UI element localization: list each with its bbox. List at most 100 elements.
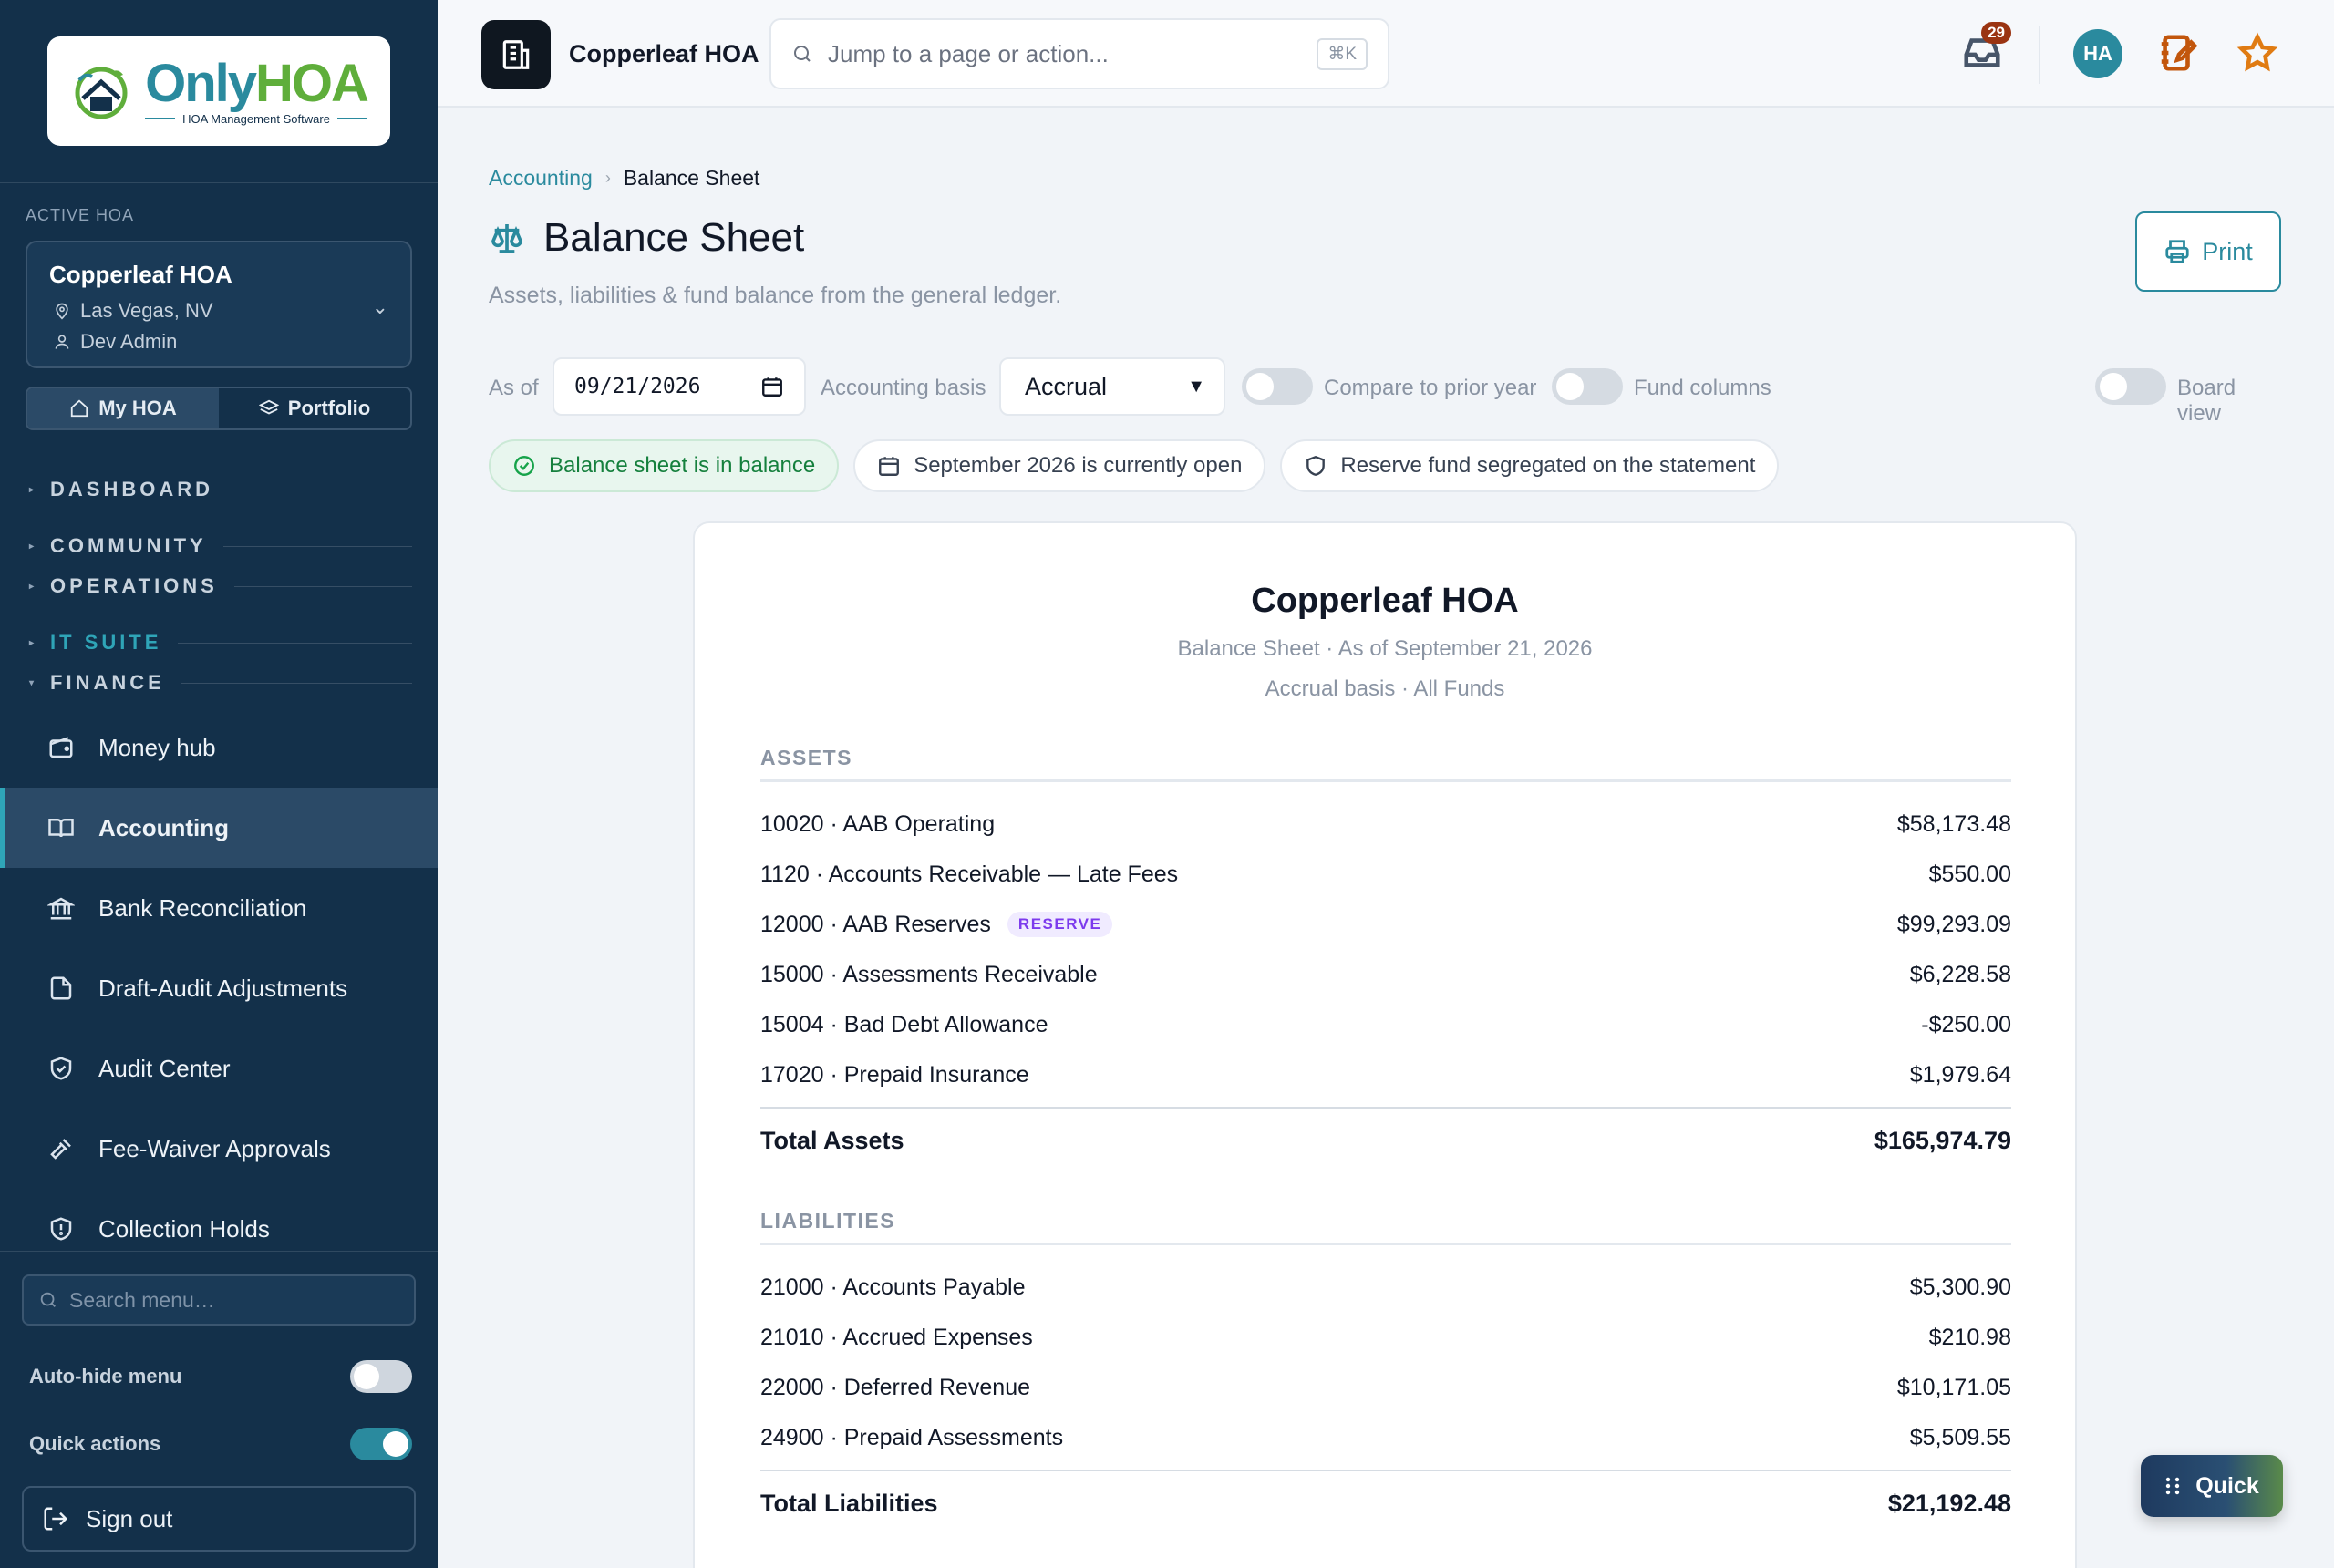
report-subtitle: Balance Sheet · As of September 21, 2026 [1177, 636, 1593, 661]
sidebar-item-fee-waiver[interactable]: Fee-Waiver Approvals [0, 1109, 438, 1189]
section-finance[interactable]: ▾ FINANCE [29, 671, 412, 695]
breadcrumb-accounting-link[interactable]: Accounting [489, 166, 593, 191]
section-dashboard[interactable]: ▸ DASHBOARD [29, 478, 412, 501]
compare-prior-year-toggle[interactable] [1242, 368, 1313, 405]
logo[interactable]: OnlyHOA HOA Management Software [47, 36, 390, 146]
total-liabilities-row: Total Liabilities $21,192.48 [760, 1470, 2011, 1535]
sidebar-item-money-hub[interactable]: Money hub [0, 707, 438, 788]
printer-icon [2165, 240, 2189, 263]
grip-dots-icon [2166, 1477, 2180, 1495]
assets-heading: ASSETS [760, 746, 2011, 782]
status-badge-period: September 2026 is currently open [853, 439, 1266, 492]
hoa-location: Las Vegas, NV [80, 299, 213, 322]
as-of-label: As of [489, 376, 539, 400]
jump-search-input[interactable]: Jump to a page or action... ⌘K [769, 18, 1389, 89]
auto-hide-label: Auto-hide menu [29, 1365, 182, 1387]
reserve-badge: RESERVE [1007, 912, 1113, 937]
logo-tagline: HOA Management Software [145, 112, 367, 126]
table-row[interactable]: 10020 · AAB Operating $58,173.48 [760, 806, 2011, 842]
sidebar-item-collection-holds[interactable]: Collection Holds [0, 1189, 438, 1269]
favorite-button[interactable] [2232, 27, 2283, 78]
tab-portfolio[interactable]: Portfolio [219, 388, 410, 428]
status-badge-reserve: Reserve fund segregated on the statement [1280, 439, 1780, 492]
balance-sheet-report: Copperleaf HOA Balance Sheet · As of Sep… [693, 521, 2077, 1568]
caret-right-icon: ▸ [29, 484, 35, 495]
hoa-name: Copperleaf HOA [49, 261, 232, 288]
basis-label: Accounting basis [821, 376, 986, 400]
table-row[interactable]: 21000 · Accounts Payable $5,300.90 [760, 1269, 2011, 1305]
table-row[interactable]: 22000 · Deferred Revenue $10,171.05 [760, 1369, 2011, 1406]
sidebar-item-draft-audit[interactable]: Draft-Audit Adjustments [0, 948, 438, 1028]
total-assets-row: Total Assets $165,974.79 [760, 1107, 2011, 1172]
table-row[interactable]: 1120 · Accounts Receivable — Late Fees $5… [760, 856, 2011, 892]
chevron-down-icon: ▼ [1187, 376, 1205, 397]
menu-search-input[interactable]: Search menu… [22, 1274, 416, 1326]
table-row[interactable]: 15000 · Assessments Receivable $6,228.58 [760, 956, 2011, 993]
shortcut-hint: ⌘K [1317, 38, 1368, 70]
table-row[interactable]: 24900 · Prepaid Assessments $5,509.55 [760, 1419, 2011, 1456]
inbox-button[interactable]: 29 [1957, 22, 2011, 78]
inbox-count-badge: 29 [1981, 22, 2011, 44]
section-operations[interactable]: ▸ OPERATIONS [29, 574, 412, 598]
board-view-label: Board view [2177, 376, 2236, 426]
quick-actions-button[interactable]: Quick [2141, 1455, 2283, 1517]
caret-down-icon: ▾ [29, 677, 35, 688]
avatar[interactable]: HA [2073, 29, 2122, 78]
home-icon [71, 399, 88, 418]
star-icon [2236, 32, 2278, 72]
breadcrumb: Accounting › Balance Sheet [489, 166, 759, 191]
table-row[interactable]: 17020 · Prepaid Insurance $1,979.64 [760, 1057, 2011, 1093]
table-row[interactable]: 21010 · Accrued Expenses $210.98 [760, 1319, 2011, 1356]
caret-right-icon: ▸ [29, 637, 35, 648]
status-badge-balanced: Balance sheet is in balance [489, 439, 840, 492]
sign-out-button[interactable]: Sign out [22, 1486, 416, 1552]
as-of-date-input[interactable]: 09/21/2026 [553, 357, 806, 416]
basis-select[interactable]: Accrual ▼ [999, 357, 1225, 416]
calendar-icon[interactable] [760, 375, 784, 398]
chevron-right-icon: › [604, 169, 611, 187]
fund-columns-toggle[interactable] [1552, 368, 1623, 405]
report-org: Copperleaf HOA [1251, 582, 1519, 620]
hoa-user: Dev Admin [80, 330, 178, 353]
app-name: Copperleaf HOA [569, 40, 759, 67]
page-title: Balance Sheet [489, 215, 804, 261]
logo-wordmark: OnlyHOA [145, 53, 369, 113]
notebook-pen-icon [2161, 35, 2198, 71]
sidebar-item-audit-center[interactable]: Audit Center [0, 1028, 438, 1109]
sidebar-item-accounting[interactable]: Accounting [0, 788, 438, 868]
house-logo-icon [70, 60, 132, 122]
compare-label: Compare to prior year [1324, 376, 1537, 400]
check-circle-icon [514, 456, 534, 476]
scope-toggle: My HOA Portfolio [26, 387, 412, 430]
quick-actions-toggle[interactable] [350, 1428, 412, 1460]
wallet-icon [49, 737, 73, 758]
search-icon [40, 1292, 56, 1307]
breadcrumb-current: Balance Sheet [623, 166, 760, 190]
notes-button[interactable] [2152, 27, 2203, 78]
shield-check-icon [50, 1057, 72, 1080]
status-chips: Balance sheet is in balance September 20… [489, 439, 1780, 492]
search-icon [794, 46, 811, 62]
liabilities-heading: LIABILITIES [760, 1209, 2011, 1245]
calendar-icon [879, 457, 900, 476]
page-subtitle: Assets, liabilities & fund balance from … [489, 283, 1062, 308]
book-open-icon [48, 819, 74, 838]
auto-hide-toggle[interactable] [350, 1360, 412, 1393]
section-community[interactable]: ▸ COMMUNITY [29, 534, 412, 558]
hoa-switcher[interactable]: Copperleaf HOA Las Vegas, NV Dev Admin ⌄ [26, 241, 412, 368]
sidebar-item-bank-reconciliation[interactable]: Bank Reconciliation [0, 868, 438, 948]
board-view-toggle[interactable] [2095, 368, 2166, 405]
building-icon[interactable] [481, 20, 551, 89]
fund-columns-label: Fund columns [1634, 376, 1771, 400]
layers-icon [258, 399, 279, 415]
report-basis: Accrual basis · All Funds [1265, 676, 1505, 701]
divider [0, 182, 438, 183]
tab-my-hoa[interactable]: My HOA [27, 388, 219, 428]
caret-right-icon: ▸ [29, 581, 35, 592]
divider [2039, 26, 2040, 84]
file-edit-icon [50, 976, 72, 1000]
table-row[interactable]: 12000 · AAB Reserves RESERVE $99,293.09 [760, 906, 2011, 943]
section-it-suite[interactable]: ▸ IT SUITE [29, 631, 412, 655]
print-button[interactable]: Print [2135, 211, 2281, 292]
table-row[interactable]: 15004 · Bad Debt Allowance -$250.00 [760, 1006, 2011, 1043]
